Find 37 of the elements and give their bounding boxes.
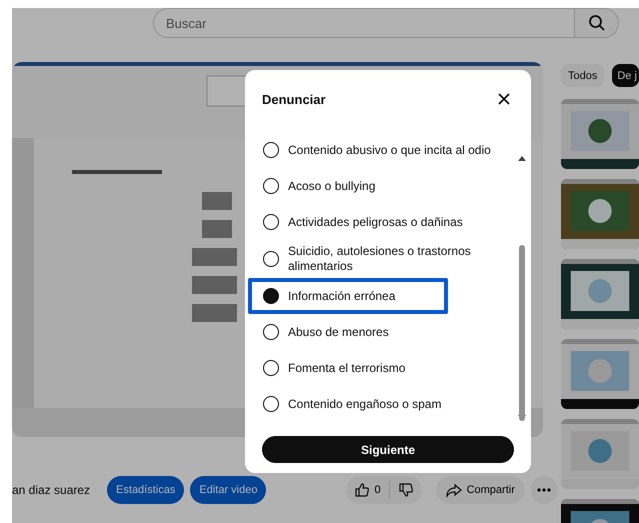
search-field[interactable]: Buscar [153,8,619,38]
radio-button[interactable] [263,251,279,267]
thumbs-down-icon [398,482,414,498]
report-option[interactable]: Contenido abusivo o que incita al odio [248,132,520,168]
filter-chip[interactable]: De j [612,64,639,87]
radio-button[interactable] [263,214,279,230]
radio-button[interactable] [263,142,279,158]
more-icon [536,488,551,492]
dialog-title: Denunciar [262,92,326,106]
report-option[interactable]: Información errónea [248,278,448,314]
radio-button[interactable] [263,288,279,304]
search-button[interactable] [574,9,618,37]
radio-button[interactable] [263,178,279,194]
report-option[interactable]: Acoso o bullying [248,168,520,204]
close-icon [497,92,511,106]
scroll-up-icon[interactable] [518,156,526,161]
like-button[interactable]: 0 [346,476,389,504]
stats-button[interactable]: Estadísticas [107,476,184,504]
share-button[interactable]: Compartir [436,476,525,504]
more-button[interactable] [530,476,557,504]
close-button[interactable] [497,92,511,106]
next-button[interactable]: Siguiente [262,436,514,463]
report-option[interactable]: Contenido engañoso o spam [248,386,520,422]
report-option[interactable]: Actividades peligrosas o dañinas [248,204,520,240]
edit-video-button[interactable]: Editar video [190,476,266,504]
search-icon [588,14,606,32]
report-option[interactable]: Abuso de menores [248,314,520,350]
scrollbar-thumb[interactable] [519,245,525,421]
radio-button[interactable] [263,360,279,376]
thumbs-up-icon [354,482,370,498]
radio-button[interactable] [263,396,279,412]
channel-name[interactable]: an diaz suarez [12,483,90,497]
report-option[interactable]: Suicidio, autolesiones o trastornos alimentarios [248,240,520,278]
radio-button[interactable] [263,324,279,340]
filter-chip[interactable]: Todos [561,64,604,87]
report-option[interactable]: Fomenta el terrorismo [248,350,520,386]
share-arrow-icon [446,482,462,498]
